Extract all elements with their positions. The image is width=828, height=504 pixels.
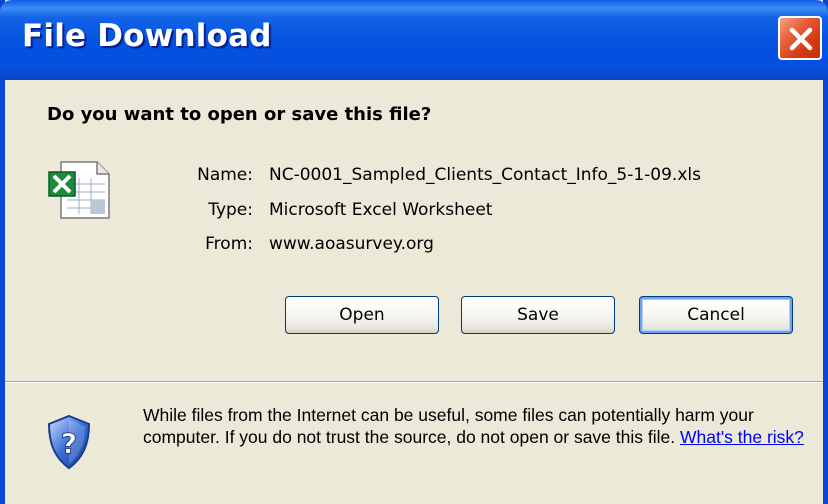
- security-warning: While files from the Internet can be use…: [143, 404, 823, 448]
- file-name-value: NC-0001_Sampled_Clients_Contact_Info_5-1…: [269, 165, 701, 185]
- close-icon: [789, 27, 813, 51]
- svg-text:?: ?: [61, 427, 77, 460]
- warning-text: While files from the Internet can be use…: [143, 405, 754, 447]
- save-button[interactable]: Save: [461, 296, 615, 334]
- file-type-value: Microsoft Excel Worksheet: [269, 200, 493, 220]
- cancel-button[interactable]: Cancel: [639, 296, 793, 334]
- title-bar[interactable]: File Download: [0, 0, 828, 80]
- window-title: File Download: [22, 18, 272, 54]
- dialog-question: Do you want to open or save this file?: [47, 104, 432, 125]
- risk-link[interactable]: What's the risk?: [680, 427, 804, 447]
- divider: [5, 381, 823, 383]
- excel-file-icon: [48, 161, 110, 219]
- file-source-value: www.aoasurvey.org: [269, 234, 434, 254]
- close-button[interactable]: [778, 16, 822, 60]
- name-label: Name:: [197, 165, 253, 185]
- open-button[interactable]: Open: [285, 296, 439, 334]
- file-download-dialog: File Download Do you want to open or sav…: [0, 0, 828, 504]
- type-label: Type:: [208, 200, 253, 220]
- from-label: From:: [205, 234, 253, 254]
- security-shield-icon: ?: [47, 414, 91, 470]
